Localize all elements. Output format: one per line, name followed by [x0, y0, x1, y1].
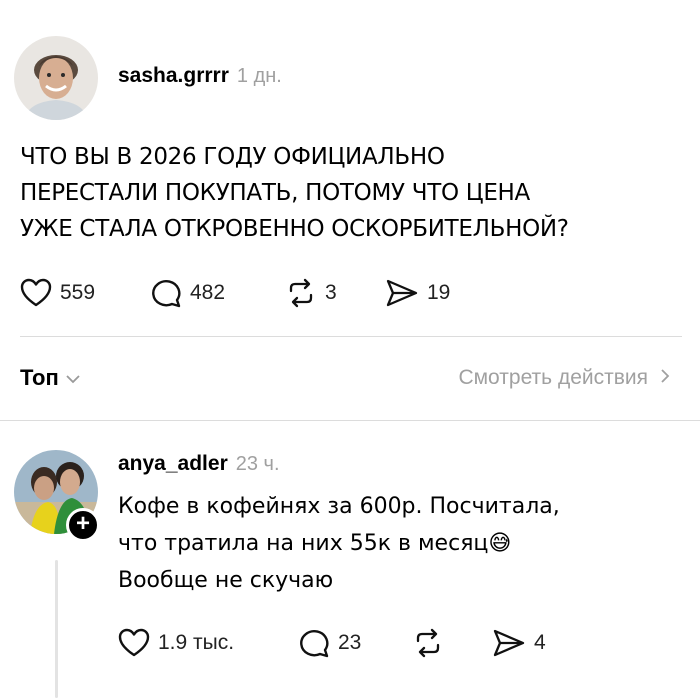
thread-line	[55, 560, 58, 698]
follow-plus-button[interactable]: +	[66, 508, 100, 542]
comment-text-line: Вообще не скучаю	[118, 568, 334, 593]
section-divider	[0, 420, 700, 421]
post-text-line: ЧТО ВЫ В 2026 ГОДУ ОФИЦИАЛЬНО	[20, 144, 445, 170]
post-timestamp: 1 дн.	[236, 65, 282, 87]
sort-label: Топ	[20, 365, 59, 390]
comment-like-button[interactable]: 1.9 тыс.	[118, 628, 234, 658]
comment-timestamp: 23 ч.	[235, 453, 280, 475]
comment-author-name[interactable]: anya_adler	[118, 452, 228, 476]
post-repost-count: 3	[325, 281, 337, 304]
post-author-name[interactable]: sasha.grrrr	[118, 64, 229, 88]
heart-icon	[20, 278, 52, 308]
comment-repost-button[interactable]	[412, 628, 452, 658]
comment-bubble-icon	[150, 278, 182, 308]
author-avatar[interactable]	[14, 36, 98, 120]
comment-bubble-icon	[298, 628, 330, 658]
post-divider	[20, 336, 682, 337]
comment-header: anya_adler 23 ч.	[118, 452, 280, 476]
post-text: ЧТО ВЫ В 2026 ГОДУ ОФИЦИАЛЬНО ПЕРЕСТАЛИ …	[20, 139, 690, 247]
repost-icon	[285, 278, 317, 308]
plus-icon: +	[75, 510, 90, 537]
comment-text-line: что тратила на них 55к в месяц😅	[118, 531, 512, 556]
comment-share-count: 4	[534, 631, 546, 654]
view-activity-label: Смотреть действия	[458, 366, 648, 389]
chevron-down-icon	[65, 368, 81, 389]
comment-share-button[interactable]: 4	[492, 628, 546, 658]
comment-text-line: Кофе в кофейнях за 600р. Посчитала,	[118, 494, 560, 519]
comment-like-count: 1.9 тыс.	[158, 631, 235, 654]
chevron-right-icon	[660, 366, 670, 390]
repost-icon	[412, 628, 444, 658]
post-header: sasha.grrrr 1 дн.	[118, 64, 282, 88]
view-activity-link[interactable]: Смотреть действия	[458, 366, 670, 390]
post-repost-button[interactable]: 3	[285, 278, 337, 308]
post-text-line: ПЕРЕСТАЛИ ПОКУПАТЬ, ПОТОМУ ЧТО ЦЕНА	[20, 180, 530, 206]
post-like-count: 559	[60, 281, 96, 304]
post-share-button[interactable]: 19	[385, 278, 450, 308]
comment-reply-button[interactable]: 23	[298, 628, 361, 658]
heart-icon	[118, 628, 150, 658]
comment-text: Кофе в кофейнях за 600р. Посчитала, что …	[118, 488, 688, 599]
post-comment-count: 482	[190, 281, 226, 304]
post-share-count: 19	[427, 281, 451, 304]
sort-dropdown[interactable]: Топ	[20, 365, 81, 391]
send-icon	[492, 628, 526, 658]
post-comment-button[interactable]: 482	[150, 278, 225, 308]
comment-reply-count: 23	[338, 631, 362, 654]
send-icon	[385, 278, 419, 308]
post-text-line: УЖЕ СТАЛА ОТКРОВЕННО ОСКОРБИТЕЛЬНОЙ?	[20, 216, 569, 242]
post-like-button[interactable]: 559	[20, 278, 95, 308]
